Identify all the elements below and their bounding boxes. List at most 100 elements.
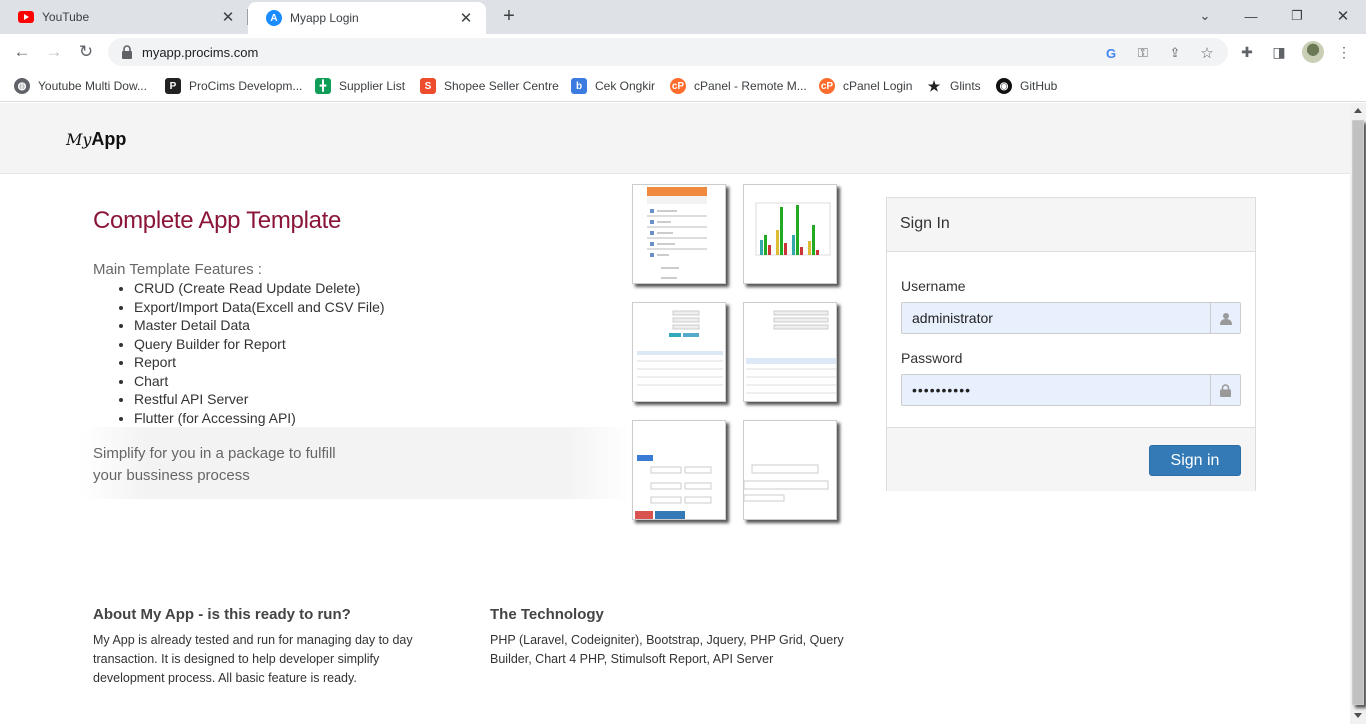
- sheets-icon: ╋: [315, 78, 331, 94]
- page-scrollbar[interactable]: [1350, 103, 1366, 724]
- bookmark-label: GitHub: [1020, 79, 1058, 93]
- brand-app: App: [91, 129, 127, 149]
- page-content: MyApp Complete App Template Main Templat…: [0, 103, 1350, 724]
- bookmark-star-icon[interactable]: ☆: [1198, 44, 1216, 62]
- new-tab-button[interactable]: +: [498, 5, 520, 27]
- minimize-button[interactable]: —: [1236, 4, 1266, 28]
- scrollbar-thumb[interactable]: [1352, 120, 1364, 705]
- login-footer: Sign in: [887, 427, 1255, 491]
- close-window-button[interactable]: ✕: [1328, 4, 1358, 28]
- bookmark-item[interactable]: ◉ GitHub: [996, 77, 1057, 95]
- reload-button[interactable]: ↻: [74, 40, 98, 64]
- procims-icon: P: [165, 78, 181, 94]
- menu-icon[interactable]: ⋮: [1334, 42, 1354, 62]
- bookmark-label: cPanel Login: [843, 79, 913, 93]
- tab-myapp-login[interactable]: A Myapp Login ✕: [248, 2, 486, 34]
- screenshot-query-builder-thumbnail: [632, 420, 726, 520]
- bookmark-label: Glints: [950, 79, 981, 93]
- tab-title: YouTube: [42, 10, 90, 24]
- technology-line: PHP (Laravel, Codeigniter), Bootstrap, J…: [490, 633, 844, 647]
- close-tab-icon[interactable]: ✕: [220, 9, 236, 26]
- brand-logo[interactable]: MyApp: [66, 129, 126, 150]
- detail-screenshot-icon: [746, 310, 836, 394]
- login-heading: Sign In: [887, 198, 1255, 252]
- extensions-icon[interactable]: ✚: [1237, 42, 1257, 62]
- bookmark-label: Youtube Multi Dow...: [38, 79, 147, 93]
- query-result-screenshot-icon: [744, 464, 829, 502]
- bar-chart-screenshot-icon: [755, 202, 831, 256]
- about-line: development process. All basic feature i…: [93, 671, 357, 685]
- forward-button[interactable]: →: [42, 40, 66, 64]
- features-heading: Main Template Features :: [93, 261, 262, 278]
- restore-button[interactable]: ❐: [1282, 4, 1312, 28]
- bookmark-item[interactable]: S Shopee Seller Centre: [420, 77, 559, 95]
- brand-my: My: [66, 130, 92, 149]
- bookmark-label: Cek Ongkir: [595, 79, 656, 93]
- username-label: Username: [901, 278, 966, 294]
- app-navbar: MyApp: [0, 103, 1350, 174]
- scroll-up-icon[interactable]: [1354, 108, 1362, 113]
- sign-in-button[interactable]: Sign in: [1149, 445, 1241, 476]
- bookmark-label: Shopee Seller Centre: [444, 79, 559, 93]
- list-item: Query Builder for Report: [134, 335, 385, 354]
- bookmark-item[interactable]: ◍ Youtube Multi Dow...: [14, 77, 147, 95]
- username-input[interactable]: [902, 303, 1210, 333]
- profile-avatar[interactable]: [1302, 41, 1324, 63]
- screenshot-form-thumbnail: [632, 302, 726, 402]
- username-field[interactable]: [901, 302, 1241, 334]
- password-label: Password: [901, 350, 963, 366]
- bookmark-item[interactable]: ╋ Supplier List: [315, 77, 405, 95]
- youtube-icon: [18, 11, 34, 23]
- bookmark-item[interactable]: ★ Glints: [926, 77, 981, 95]
- lock-icon: [122, 45, 132, 59]
- address-bar[interactable]: myapp.procims.com G ⚿ ⇪ ☆: [108, 38, 1228, 66]
- bookmark-label: ProCims Developm...: [189, 79, 303, 93]
- google-icon[interactable]: G: [1102, 44, 1120, 62]
- back-button[interactable]: ←: [10, 40, 34, 64]
- github-icon: ◉: [996, 78, 1012, 94]
- share-icon[interactable]: ⇪: [1166, 44, 1184, 62]
- screenshot-chart-thumbnail: [743, 184, 837, 284]
- bookmark-item[interactable]: cP cPanel Login: [819, 77, 912, 95]
- menu-screenshot-icon: [647, 187, 707, 279]
- list-item: Restful API Server: [134, 390, 385, 409]
- globe-icon: ◍: [14, 78, 30, 94]
- list-item: Chart: [134, 372, 385, 391]
- technology-text: PHP (Laravel, Codeigniter), Bootstrap, J…: [490, 631, 844, 669]
- tagline-line: your bussiness process: [93, 467, 250, 484]
- list-item: Master Detail Data: [134, 316, 385, 335]
- bookmark-item[interactable]: b Cek Ongkir: [571, 77, 655, 95]
- bookmark-item[interactable]: P ProCims Developm...: [165, 77, 302, 95]
- tab-search-icon[interactable]: ⌄: [1190, 4, 1220, 28]
- user-icon: [1210, 303, 1240, 333]
- about-heading: About My App - is this ready to run?: [93, 606, 351, 623]
- key-icon[interactable]: ⚿: [1134, 44, 1152, 62]
- about-line: My App is already tested and run for man…: [93, 633, 413, 647]
- tagline-line: Simplify for you in a package to fulfill: [93, 445, 336, 462]
- url-text: myapp.procims.com: [142, 45, 259, 60]
- close-tab-icon[interactable]: ✕: [458, 10, 474, 27]
- scroll-down-icon[interactable]: [1354, 713, 1362, 718]
- about-text: My App is already tested and run for man…: [93, 631, 413, 688]
- screenshot-menu-thumbnail: [632, 184, 726, 284]
- query-builder-screenshot-icon: [635, 455, 712, 519]
- tab-strip: YouTube ✕ A Myapp Login ✕ + ⌄ — ❐ ✕: [0, 0, 1366, 34]
- cpanel-icon: cP: [819, 78, 835, 94]
- login-panel: Sign In Username Password Sign in: [886, 197, 1256, 491]
- bookmarks-bar: ◍ Youtube Multi Dow... P ProCims Develop…: [0, 71, 1366, 102]
- password-input[interactable]: [902, 375, 1210, 405]
- side-panel-icon[interactable]: ◨: [1269, 42, 1289, 62]
- tab-title: Myapp Login: [290, 11, 359, 25]
- list-item: Report: [134, 353, 385, 372]
- tab-youtube[interactable]: YouTube ✕: [0, 0, 248, 34]
- password-field[interactable]: [901, 374, 1241, 406]
- list-item: CRUD (Create Read Update Delete): [134, 279, 385, 298]
- shopee-icon: S: [420, 78, 436, 94]
- screenshot-detail-thumbnail: [743, 302, 837, 402]
- bookmark-item[interactable]: cP cPanel - Remote M...: [670, 77, 807, 95]
- cpanel-icon: cP: [670, 78, 686, 94]
- lock-icon: [1210, 375, 1240, 405]
- bookmark-label: cPanel - Remote M...: [694, 79, 807, 93]
- technology-line: Builder, Chart 4 PHP, Stimulsoft Report,…: [490, 652, 774, 666]
- bookmark-label: Supplier List: [339, 79, 406, 93]
